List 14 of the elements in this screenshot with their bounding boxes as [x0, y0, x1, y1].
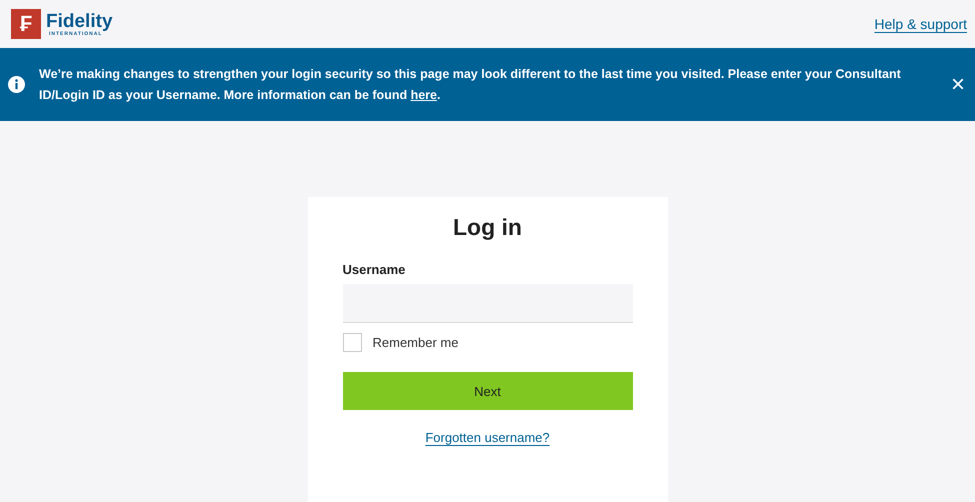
username-field[interactable]: [342, 284, 632, 323]
here-link[interactable]: here: [410, 88, 437, 102]
logo-mark: ₣: [11, 9, 41, 39]
remember-checkbox[interactable]: [342, 333, 362, 352]
info-icon: [8, 76, 25, 93]
help-link[interactable]: Help & support: [874, 16, 967, 32]
username-label: Username: [342, 262, 406, 277]
remember-label: Remember me: [372, 335, 458, 350]
close-button[interactable]: ×: [950, 74, 965, 94]
next-button[interactable]: Next: [342, 372, 632, 410]
banner-message: We’re making changes to strengthen your login security so this page may look different to the last time you visited. Please enter your Consultant ID/Login ID as your Username. More information can be found here.: [39, 66, 902, 104]
login-title: Log in: [452, 214, 523, 241]
logo-name: Fidelity: [46, 12, 113, 30]
forgot-username-link[interactable]: Forgotten username?: [425, 430, 550, 445]
